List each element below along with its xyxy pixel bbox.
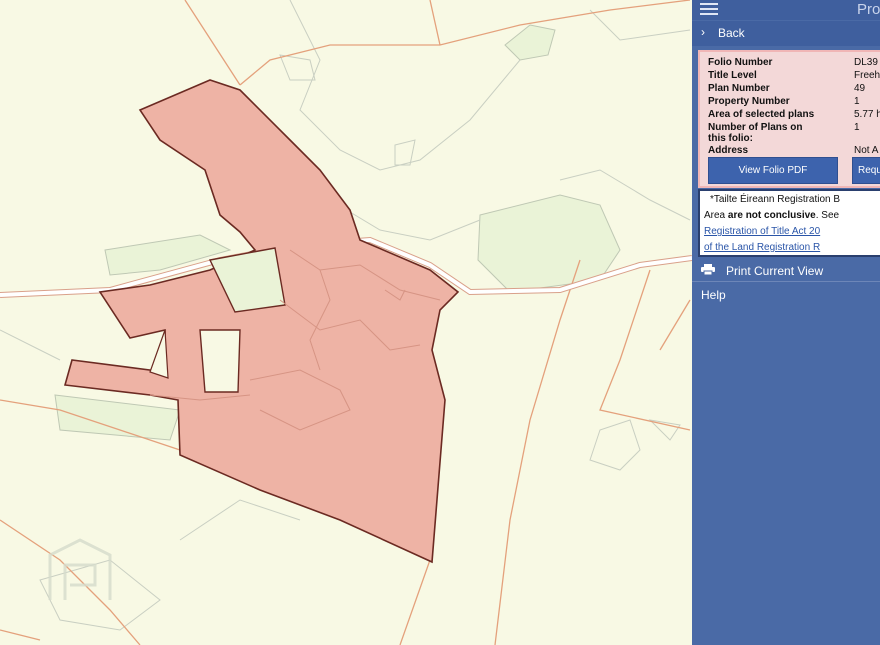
info-label: Property Number bbox=[708, 96, 790, 107]
info-label: Folio Number bbox=[708, 57, 773, 68]
info-value: Freeh bbox=[854, 70, 880, 81]
side-panel: Pro › Back Folio Number DL39 Title Level… bbox=[692, 0, 880, 645]
notice-text: Area bbox=[704, 210, 728, 221]
view-folio-pdf-button[interactable]: View Folio PDF bbox=[708, 157, 838, 184]
notice-text: . See bbox=[815, 210, 840, 221]
help-link[interactable]: Help bbox=[701, 288, 726, 302]
info-label: Number of Plans on this folio: bbox=[708, 122, 803, 144]
area-row: Area of selected plans 5.77 h bbox=[708, 109, 880, 120]
info-label: Address bbox=[708, 145, 749, 156]
plans-count-row: Number of Plans on this folio: 1 bbox=[708, 122, 860, 144]
panel-topbar: Pro bbox=[692, 0, 880, 20]
info-label: Plan Number bbox=[708, 83, 770, 94]
notice-line-2: Area are not conclusive. See bbox=[700, 207, 880, 223]
land-registration-link[interactable]: of the Land Registration R bbox=[700, 239, 880, 255]
back-label: Back bbox=[718, 26, 745, 40]
folio-number-row: Folio Number DL39 bbox=[708, 57, 878, 68]
print-current-view-button[interactable]: Print Current View bbox=[692, 259, 880, 282]
notice-bold: are not conclusive bbox=[727, 210, 816, 221]
info-value: DL39 bbox=[854, 57, 878, 68]
chevron-right-icon: › bbox=[701, 25, 705, 39]
map-view[interactable] bbox=[0, 0, 692, 645]
selected-parcel[interactable] bbox=[63, 79, 460, 564]
print-label: Print Current View bbox=[726, 264, 824, 278]
registration-notice: *Tailte Éireann Registration B Area are … bbox=[698, 189, 880, 257]
title-level-row: Title Level Freeh bbox=[708, 70, 880, 81]
back-button[interactable]: › Back bbox=[692, 21, 880, 46]
info-label: Title Level bbox=[708, 70, 757, 81]
info-label: Area of selected plans bbox=[708, 109, 815, 120]
info-value: 1 bbox=[854, 122, 860, 133]
registration-act-link[interactable]: Registration of Title Act 20 bbox=[700, 223, 880, 239]
printer-icon bbox=[701, 264, 715, 275]
plan-number-row: Plan Number 49 bbox=[708, 83, 865, 94]
info-value: 5.77 h bbox=[854, 109, 880, 120]
map-canvas[interactable] bbox=[0, 0, 692, 645]
request-button[interactable]: Requ bbox=[852, 157, 880, 184]
info-value: Not A bbox=[854, 145, 879, 156]
info-value: 1 bbox=[854, 96, 860, 107]
property-watermark-icon bbox=[48, 538, 112, 600]
property-number-row: Property Number 1 bbox=[708, 96, 860, 107]
notice-line-1: *Tailte Éireann Registration B bbox=[710, 194, 841, 205]
info-value: 49 bbox=[854, 83, 866, 94]
folio-info-box: Folio Number DL39 Title Level Freeh Plan… bbox=[698, 50, 880, 188]
hamburger-icon[interactable] bbox=[700, 3, 718, 17]
panel-title: Pro bbox=[857, 1, 880, 18]
address-row: Address Not A bbox=[708, 145, 878, 156]
